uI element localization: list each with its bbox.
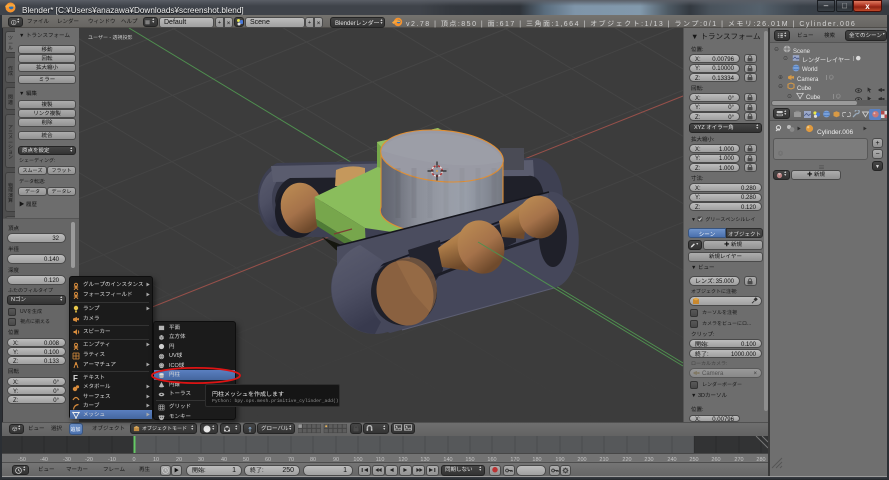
svg-text:90: 90 — [333, 455, 339, 462]
svg-text:210: 210 — [599, 455, 608, 462]
svg-text:240: 240 — [667, 455, 676, 462]
svg-text:250: 250 — [689, 455, 698, 462]
svg-text:30: 30 — [198, 455, 204, 462]
svg-text:140: 140 — [443, 455, 452, 462]
svg-text:230: 230 — [644, 455, 653, 462]
svg-text:150: 150 — [465, 455, 474, 462]
svg-text:0: 0 — [132, 455, 135, 462]
svg-text:-10: -10 — [108, 455, 116, 462]
svg-text:50: 50 — [243, 455, 249, 462]
svg-text:180: 180 — [532, 455, 541, 462]
svg-text:220: 220 — [622, 455, 631, 462]
svg-text:120: 120 — [398, 455, 407, 462]
svg-text:40: 40 — [221, 455, 227, 462]
svg-text:60: 60 — [265, 455, 271, 462]
svg-text:100: 100 — [353, 455, 362, 462]
svg-text:80: 80 — [310, 455, 316, 462]
svg-text:-50: -50 — [18, 455, 26, 462]
svg-text:170: 170 — [510, 455, 519, 462]
svg-text:70: 70 — [288, 455, 294, 462]
svg-text:260: 260 — [711, 455, 720, 462]
svg-text:160: 160 — [487, 455, 496, 462]
svg-text:200: 200 — [577, 455, 586, 462]
svg-text:190: 190 — [555, 455, 564, 462]
svg-text:110: 110 — [376, 455, 385, 462]
svg-text:10: 10 — [153, 455, 159, 462]
svg-text:F: F — [73, 374, 78, 382]
svg-text:280: 280 — [756, 455, 765, 462]
svg-text:130: 130 — [420, 455, 429, 462]
svg-text:-30: -30 — [63, 455, 71, 462]
svg-text:-20: -20 — [85, 455, 93, 462]
svg-text:270: 270 — [734, 455, 743, 462]
svg-text:-40: -40 — [40, 455, 48, 462]
svg-text:20: 20 — [176, 455, 182, 462]
